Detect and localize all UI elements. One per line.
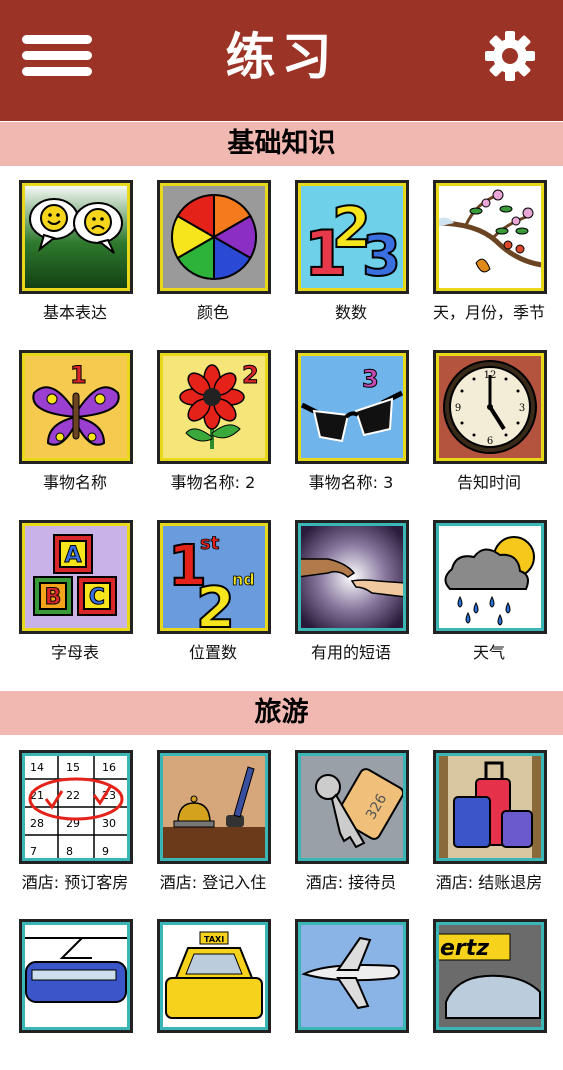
calendar-day: 8 [66, 845, 73, 858]
tile-counting[interactable]: 1 2 3 数数 [296, 181, 434, 331]
tile-basic-expressions[interactable]: 基本表达 [20, 181, 158, 331]
svg-text:6: 6 [487, 436, 493, 447]
luggage-icon [434, 751, 546, 863]
tile-label: 位置数 [188, 643, 237, 662]
tile-label: 有用的短语 [310, 643, 391, 662]
handshake-icon [296, 521, 408, 633]
calendar-day: 9 [102, 845, 109, 858]
calendar-day: 14 [30, 761, 44, 774]
numbers-123-icon: 1 2 3 [296, 181, 408, 293]
tile-label: 事物名称 [42, 473, 107, 492]
clock-icon: 12693 [434, 351, 546, 463]
ordinal-first-suffix: st [200, 533, 220, 554]
section-header-travel: 旅游 [0, 691, 563, 735]
tile-airplane[interactable] [296, 920, 434, 1070]
tile-hotel-receptionist[interactable]: 326 酒店: 接待员 [296, 751, 434, 901]
airplane-icon [296, 920, 408, 1032]
tile-hotel-booking[interactable]: 14 15 16 21 22 23 28 29 30 7 8 9 酒店: 预订客… [20, 751, 158, 901]
app-header: 练习 [0, 0, 563, 121]
tile-label: 告知时间 [456, 473, 521, 492]
weather-icon [434, 521, 546, 633]
tile-taxi[interactable]: TAXI [158, 920, 296, 1070]
badge-number: 3 [362, 365, 379, 393]
car-rental-icon: ertz [434, 920, 546, 1032]
tile-label: 事物名称: 3 [308, 473, 394, 492]
svg-text:9: 9 [455, 403, 461, 414]
taxi-icon: TAXI [158, 920, 270, 1032]
block-letter: C [89, 585, 105, 610]
tile-label: 数数 [334, 303, 367, 322]
svg-text:3: 3 [519, 403, 525, 414]
block-letter: B [45, 585, 62, 610]
abc-blocks-icon: A B C [20, 521, 132, 633]
tile-label: 酒店: 接待员 [305, 873, 397, 892]
color-wheel-icon [158, 181, 270, 293]
tile-label: 字母表 [50, 643, 99, 662]
tile-car-rental[interactable]: ertz [434, 920, 563, 1070]
tile-hotel-checkin[interactable]: 酒店: 登记入住 [158, 751, 296, 901]
count-3: 3 [362, 224, 401, 289]
reception-bell-icon [158, 751, 270, 863]
tile-label: 酒店: 登记入住 [159, 873, 267, 892]
calendar-day: 28 [30, 817, 44, 830]
badge-number: 1 [70, 361, 87, 389]
badge-number: 2 [242, 361, 259, 389]
seasons-branch-icon [434, 181, 546, 293]
train-icon [20, 920, 132, 1032]
room-key-icon: 326 [296, 751, 408, 863]
tile-object-names[interactable]: 1 事物名称 [20, 351, 158, 501]
tile-label: 酒店: 结账退房 [435, 873, 543, 892]
ordinal-numbers-icon: 1 st 2 nd [158, 521, 270, 633]
butterfly-icon: 1 [20, 351, 132, 463]
gear-icon[interactable] [484, 30, 536, 82]
calendar-day: 7 [30, 845, 37, 858]
calendar-day: 16 [102, 761, 116, 774]
calendar-day: 30 [102, 817, 116, 830]
ordinal-second-suffix: nd [232, 570, 255, 589]
tile-label: 天，月份，季节 [432, 303, 545, 322]
tile-weather[interactable]: 天气 [434, 521, 563, 671]
tile-object-names-3[interactable]: 3 事物名称: 3 [296, 351, 434, 501]
tile-label: 基本表达 [42, 303, 107, 322]
tile-train[interactable] [20, 920, 158, 1070]
flower-icon: 2 [158, 351, 270, 463]
tile-telling-time[interactable]: 12693 告知时间 [434, 351, 563, 501]
calendar-icon: 14 15 16 21 22 23 28 29 30 7 8 9 [20, 751, 132, 863]
speech-faces-icon [20, 181, 132, 293]
section-header-basics: 基础知识 [0, 122, 563, 166]
tile-object-names-2[interactable]: 2 事物名称: 2 [158, 351, 296, 501]
tile-ordinal-numbers[interactable]: 1 st 2 nd 位置数 [158, 521, 296, 671]
tile-alphabet[interactable]: A B C 字母表 [20, 521, 158, 671]
tile-label: 天气 [472, 643, 505, 662]
taxi-sign-text: TAXI [204, 935, 224, 944]
sunglasses-icon: 3 [296, 351, 408, 463]
block-letter: A [64, 543, 81, 568]
tile-label: 事物名称: 2 [170, 473, 256, 492]
tile-hotel-checkout[interactable]: 酒店: 结账退房 [434, 751, 563, 901]
ordinal-second: 2 [196, 576, 235, 631]
rental-sign-text: ertz [440, 936, 489, 961]
tile-useful-phrases[interactable]: 有用的短语 [296, 521, 434, 671]
tile-label: 酒店: 预订客房 [21, 873, 129, 892]
tile-days-months-seasons[interactable]: 天，月份，季节 [433, 181, 563, 331]
tile-colors[interactable]: 颜色 [158, 181, 296, 331]
page-title: 练习 [225, 28, 338, 86]
tile-label: 颜色 [196, 303, 229, 322]
calendar-day: 22 [66, 789, 80, 802]
calendar-day: 15 [66, 761, 80, 774]
